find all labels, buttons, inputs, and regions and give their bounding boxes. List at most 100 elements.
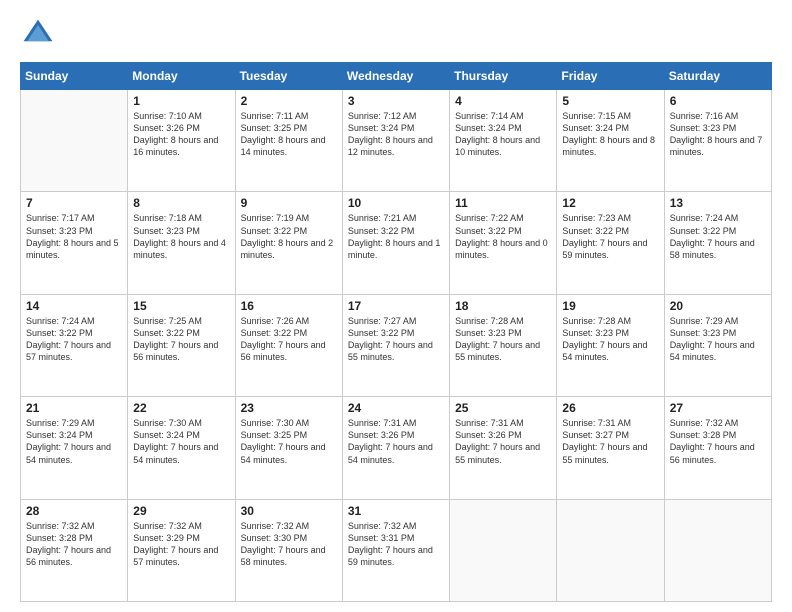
calendar-cell-7: 7 Sunrise: 7:17 AMSunset: 3:23 PMDaylight… [21,192,128,294]
weekday-header-sunday: Sunday [21,63,128,90]
calendar-cell-24: 24 Sunrise: 7:31 AMSunset: 3:26 PMDayligh… [342,397,449,499]
day-number: 30 [241,504,337,518]
calendar-cell-5: 5 Sunrise: 7:15 AMSunset: 3:24 PMDaylight… [557,90,664,192]
day-info: Sunrise: 7:32 AMSunset: 3:31 PMDaylight:… [348,520,444,569]
day-number: 9 [241,196,337,210]
calendar-cell-11: 11Sunrise: 7:22 AMSunset: 3:22 PMDayligh… [450,192,557,294]
day-info: Sunrise: 7:28 AMSunset: 3:23 PMDaylight:… [562,315,658,364]
calendar-cell-2: 2 Sunrise: 7:11 AMSunset: 3:25 PMDaylight… [235,90,342,192]
day-info: Sunrise: 7:21 AMSunset: 3:22 PMDaylight:… [348,212,444,261]
day-number: 28 [26,504,122,518]
day-number: 19 [562,299,658,313]
day-number: 1 [133,94,229,108]
calendar-cell-27: 27 Sunrise: 7:32 AMSunset: 3:28 PMDayligh… [664,397,771,499]
day-number: 8 [133,196,229,210]
day-info: Sunrise: 7:31 AMSunset: 3:27 PMDaylight:… [562,417,658,466]
calendar-cell-empty [450,499,557,601]
weekday-header-thursday: Thursday [450,63,557,90]
day-number: 17 [348,299,444,313]
day-info: Sunrise: 7:31 AMSunset: 3:26 PMDaylight:… [348,417,444,466]
calendar-cell-23: 23 Sunrise: 7:30 AMSunset: 3:25 PMDayligh… [235,397,342,499]
calendar-cell-10: 10 Sunrise: 7:21 AMSunset: 3:22 PMDayligh… [342,192,449,294]
day-number: 13 [670,196,766,210]
day-info: Sunrise: 7:14 AMSunset: 3:24 PMDaylight:… [455,110,551,159]
day-number: 10 [348,196,444,210]
day-number: 2 [241,94,337,108]
day-number: 5 [562,94,658,108]
calendar-week-row: 7 Sunrise: 7:17 AMSunset: 3:23 PMDaylight… [21,192,772,294]
calendar-cell-25: 25 Sunrise: 7:31 AMSunset: 3:26 PMDayligh… [450,397,557,499]
calendar-cell-19: 19 Sunrise: 7:28 AMSunset: 3:23 PMDayligh… [557,294,664,396]
calendar-cell-30: 30Sunrise: 7:32 AMSunset: 3:30 PMDayligh… [235,499,342,601]
day-info: Sunrise: 7:25 AMSunset: 3:22 PMDaylight:… [133,315,229,364]
day-number: 3 [348,94,444,108]
day-info: Sunrise: 7:23 AMSunset: 3:22 PMDaylight:… [562,212,658,261]
day-info: Sunrise: 7:32 AMSunset: 3:28 PMDaylight:… [26,520,122,569]
day-info: Sunrise: 7:27 AMSunset: 3:22 PMDaylight:… [348,315,444,364]
day-number: 27 [670,401,766,415]
day-info: Sunrise: 7:24 AMSunset: 3:22 PMDaylight:… [26,315,122,364]
day-number: 20 [670,299,766,313]
calendar-cell-21: 21 Sunrise: 7:29 AMSunset: 3:24 PMDayligh… [21,397,128,499]
calendar-cell-4: 4 Sunrise: 7:14 AMSunset: 3:24 PMDaylight… [450,90,557,192]
day-info: Sunrise: 7:29 AMSunset: 3:23 PMDaylight:… [670,315,766,364]
calendar-cell-3: 3 Sunrise: 7:12 AMSunset: 3:24 PMDaylight… [342,90,449,192]
day-number: 15 [133,299,229,313]
day-number: 12 [562,196,658,210]
day-info: Sunrise: 7:28 AMSunset: 3:23 PMDaylight:… [455,315,551,364]
calendar-cell-9: 9 Sunrise: 7:19 AMSunset: 3:22 PMDaylight… [235,192,342,294]
header [20,16,772,52]
calendar-week-row: 1 Sunrise: 7:10 AMSunset: 3:26 PMDaylight… [21,90,772,192]
day-number: 7 [26,196,122,210]
calendar-cell-16: 16 Sunrise: 7:26 AMSunset: 3:22 PMDayligh… [235,294,342,396]
calendar-cell-26: 26 Sunrise: 7:31 AMSunset: 3:27 PMDayligh… [557,397,664,499]
calendar-cell-20: 20 Sunrise: 7:29 AMSunset: 3:23 PMDayligh… [664,294,771,396]
day-info: Sunrise: 7:10 AMSunset: 3:26 PMDaylight:… [133,110,229,159]
day-number: 24 [348,401,444,415]
day-info: Sunrise: 7:16 AMSunset: 3:23 PMDaylight:… [670,110,766,159]
calendar-cell-8: 8 Sunrise: 7:18 AMSunset: 3:23 PMDaylight… [128,192,235,294]
day-number: 23 [241,401,337,415]
day-number: 21 [26,401,122,415]
day-info: Sunrise: 7:12 AMSunset: 3:24 PMDaylight:… [348,110,444,159]
weekday-header-wednesday: Wednesday [342,63,449,90]
weekday-header-saturday: Saturday [664,63,771,90]
calendar-week-row: 14Sunrise: 7:24 AMSunset: 3:22 PMDayligh… [21,294,772,396]
day-number: 6 [670,94,766,108]
day-info: Sunrise: 7:18 AMSunset: 3:23 PMDaylight:… [133,212,229,261]
day-info: Sunrise: 7:32 AMSunset: 3:29 PMDaylight:… [133,520,229,569]
day-info: Sunrise: 7:31 AMSunset: 3:26 PMDaylight:… [455,417,551,466]
day-info: Sunrise: 7:19 AMSunset: 3:22 PMDaylight:… [241,212,337,261]
calendar-cell-22: 22Sunrise: 7:30 AMSunset: 3:24 PMDayligh… [128,397,235,499]
day-info: Sunrise: 7:32 AMSunset: 3:28 PMDaylight:… [670,417,766,466]
day-number: 25 [455,401,551,415]
page: SundayMondayTuesdayWednesdayThursdayFrid… [0,0,792,612]
logo [20,16,60,52]
calendar-cell-15: 15 Sunrise: 7:25 AMSunset: 3:22 PMDayligh… [128,294,235,396]
day-info: Sunrise: 7:29 AMSunset: 3:24 PMDaylight:… [26,417,122,466]
weekday-header-friday: Friday [557,63,664,90]
day-info: Sunrise: 7:30 AMSunset: 3:24 PMDaylight:… [133,417,229,466]
calendar-cell-1: 1 Sunrise: 7:10 AMSunset: 3:26 PMDaylight… [128,90,235,192]
calendar-cell-empty [664,499,771,601]
weekday-header-monday: Monday [128,63,235,90]
weekday-header-tuesday: Tuesday [235,63,342,90]
day-info: Sunrise: 7:17 AMSunset: 3:23 PMDaylight:… [26,212,122,261]
day-number: 31 [348,504,444,518]
calendar-cell-empty [557,499,664,601]
day-info: Sunrise: 7:22 AMSunset: 3:22 PMDaylight:… [455,212,551,261]
day-number: 4 [455,94,551,108]
day-info: Sunrise: 7:11 AMSunset: 3:25 PMDaylight:… [241,110,337,159]
calendar-cell-13: 13 Sunrise: 7:24 AMSunset: 3:22 PMDayligh… [664,192,771,294]
day-info: Sunrise: 7:26 AMSunset: 3:22 PMDaylight:… [241,315,337,364]
calendar-cell-6: 6 Sunrise: 7:16 AMSunset: 3:23 PMDaylight… [664,90,771,192]
calendar-cell-29: 29Sunrise: 7:32 AMSunset: 3:29 PMDayligh… [128,499,235,601]
day-info: Sunrise: 7:15 AMSunset: 3:24 PMDaylight:… [562,110,658,159]
day-info: Sunrise: 7:24 AMSunset: 3:22 PMDaylight:… [670,212,766,261]
calendar-week-row: 21 Sunrise: 7:29 AMSunset: 3:24 PMDayligh… [21,397,772,499]
calendar-cell-31: 31 Sunrise: 7:32 AMSunset: 3:31 PMDayligh… [342,499,449,601]
day-number: 26 [562,401,658,415]
calendar-cell-18: 18Sunrise: 7:28 AMSunset: 3:23 PMDayligh… [450,294,557,396]
day-number: 16 [241,299,337,313]
day-info: Sunrise: 7:30 AMSunset: 3:25 PMDaylight:… [241,417,337,466]
